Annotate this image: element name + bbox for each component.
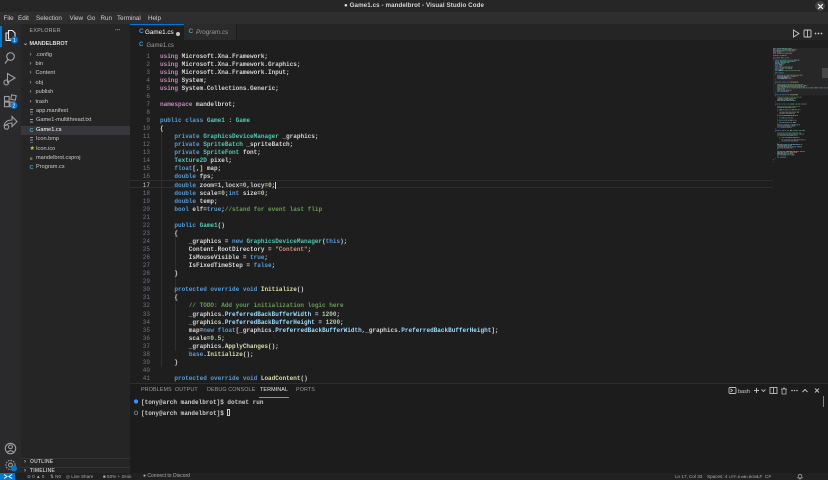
- svg-text:2: 2: [13, 104, 16, 110]
- svg-text:bash: bash: [738, 389, 750, 395]
- svg-text:1: 1: [13, 38, 16, 44]
